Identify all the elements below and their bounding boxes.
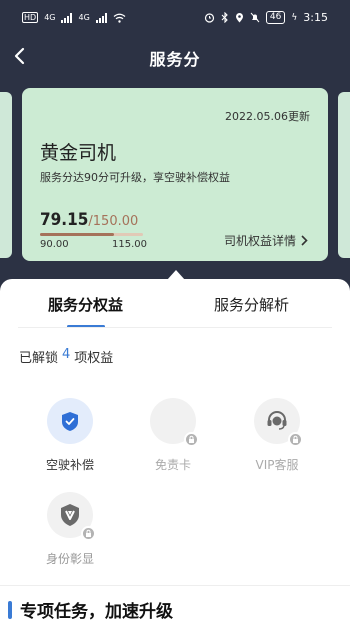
- detail-link-label: 司机权益详情: [223, 234, 296, 248]
- status-right: 46 ϟ 3:15: [204, 11, 328, 24]
- detail-link[interactable]: 司机权益详情: [224, 232, 308, 249]
- driver-level: 黄金司机: [40, 142, 117, 164]
- bluetooth-icon: [221, 12, 228, 23]
- benefit-exemption-card[interactable]: 免责卡: [133, 398, 213, 473]
- benefit-empty-drive[interactable]: 空驶补偿: [30, 398, 110, 473]
- battery-indicator: 46: [265, 11, 286, 24]
- clock: 3:15: [303, 11, 328, 24]
- lock-icon: [184, 432, 199, 447]
- location-icon: [235, 13, 243, 23]
- shield-check-icon: [62, 412, 78, 431]
- benefit-identity[interactable]: 身份彰显: [30, 492, 110, 567]
- lock-icon: [81, 526, 96, 541]
- benefit-icon-wrap: [47, 492, 96, 541]
- tasks-section-header: 专项任务，加速升级: [8, 597, 173, 622]
- next-card-peek[interactable]: [338, 92, 350, 258]
- network-label-2: 4G: [78, 13, 90, 22]
- benefit-label: 空驶补偿: [45, 458, 94, 472]
- chevron-right-icon: [301, 235, 308, 246]
- range-end: 115.00: [112, 239, 147, 250]
- signal-icon-2: [95, 12, 107, 23]
- previous-card-peek[interactable]: [0, 92, 12, 258]
- alarm-icon: [204, 13, 215, 23]
- section-accent-bar: [8, 600, 12, 619]
- tasks-section-title: 专项任务，加速升级: [20, 602, 173, 622]
- page-title: 服务分: [149, 50, 201, 69]
- signal-icon: [61, 12, 73, 23]
- benefits-panel: 服务分权益 服务分解析 已解锁 4 项权益 空驶补偿 免责卡 VIP客服 身份彰…: [0, 279, 350, 622]
- status-left: HD 4G 4G: [22, 12, 126, 23]
- benefit-label: 身份彰显: [45, 552, 94, 566]
- status-bar: HD 4G 4G 46 ϟ 3:15: [0, 0, 350, 36]
- nav-bar: 服务分: [0, 36, 350, 80]
- score-progress-bar: [40, 233, 143, 236]
- current-score: 79.15: [40, 210, 89, 230]
- benefit-label: 免责卡: [154, 458, 191, 472]
- benefit-icon-wrap: [254, 398, 303, 447]
- tab-benefits[interactable]: 服务分权益: [48, 294, 123, 315]
- wifi-icon: [113, 13, 126, 23]
- lock-icon: [288, 432, 303, 447]
- benefit-label: VIP客服: [255, 458, 299, 472]
- level-card: 2022.05.06更新 黄金司机 服务分达90分可升级，享空驶补偿权益 79.…: [22, 88, 328, 261]
- tab-divider: [18, 327, 332, 328]
- tab-bar: 服务分权益 服务分解析: [0, 294, 350, 328]
- section-divider: [0, 585, 350, 586]
- charging-icon: ϟ: [291, 12, 298, 23]
- hd-label: HD: [22, 12, 39, 23]
- header-background: HD 4G 4G 46 ϟ 3:15 服务分 2022.05.06更新 黄金司机…: [0, 0, 350, 300]
- benefit-icon-wrap: [47, 398, 93, 444]
- score-progress-fill: [40, 233, 115, 236]
- unlock-suffix: 项权益: [74, 351, 114, 366]
- score-max: /150.00: [88, 214, 139, 229]
- benefit-vip-service[interactable]: VIP客服: [237, 398, 317, 473]
- level-description: 服务分达90分可升级，享空驶补偿权益: [40, 171, 230, 184]
- unlock-count: 4: [62, 347, 71, 362]
- unlock-prefix: 已解锁: [19, 351, 59, 366]
- unlock-summary: 已解锁 4 项权益: [19, 347, 113, 366]
- update-date: 2022.05.06更新: [225, 110, 310, 123]
- mute-icon: [250, 12, 260, 23]
- network-label-1: 4G: [44, 13, 56, 22]
- score-row: 79.15 /150.00: [40, 210, 138, 230]
- range-start: 90.00: [40, 239, 69, 250]
- tab-analysis[interactable]: 服务分解析: [214, 294, 289, 315]
- benefit-icon-wrap: [150, 398, 199, 447]
